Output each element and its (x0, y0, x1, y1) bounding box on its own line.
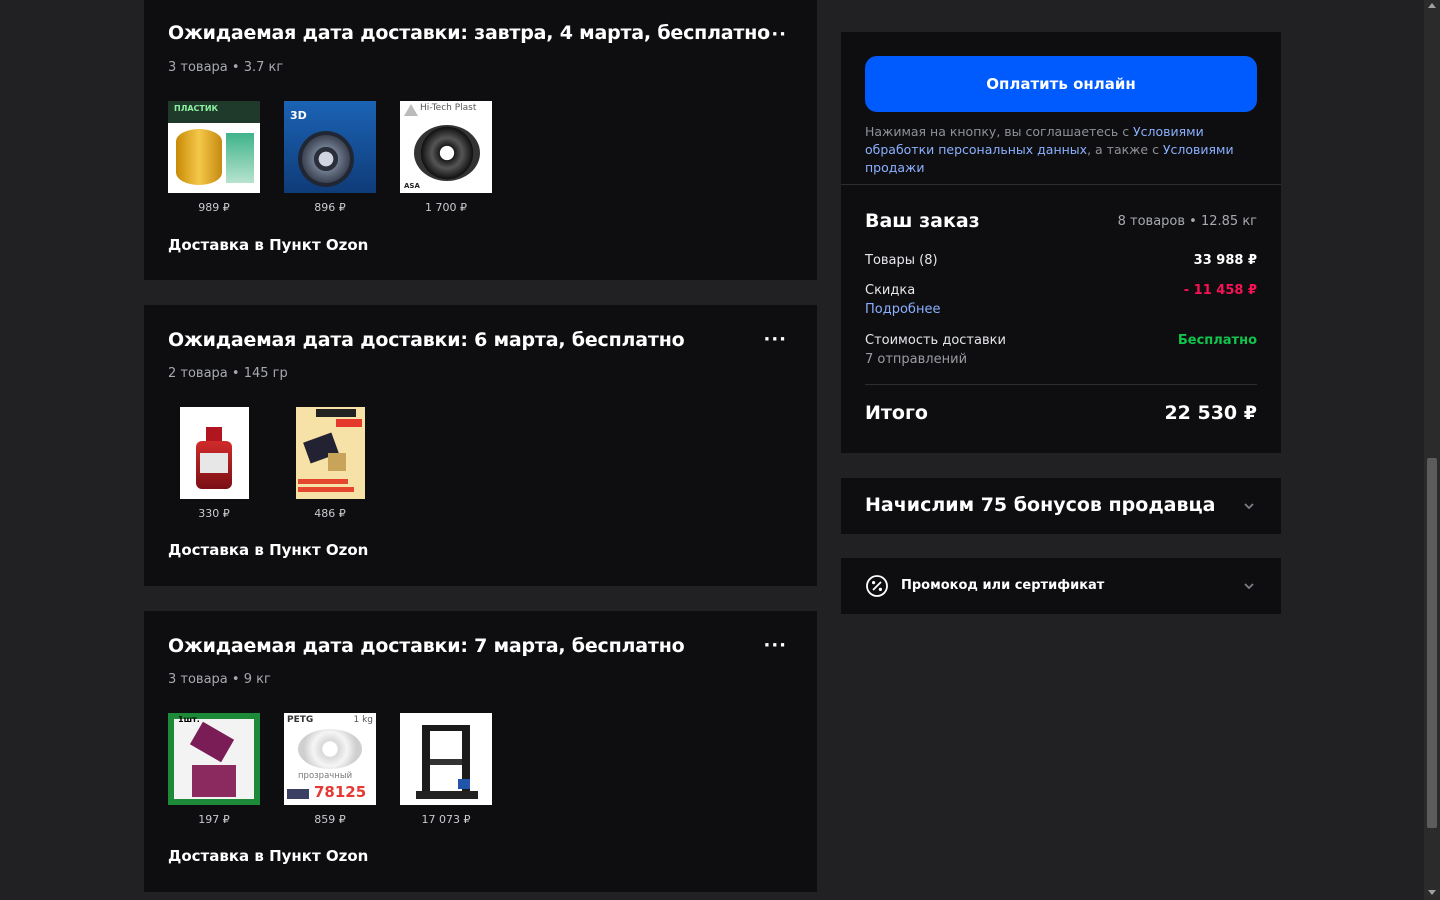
agreement-middle: , а также с (1087, 142, 1163, 157)
product-image-label: ASA (404, 182, 420, 190)
product-image-label: 3D (290, 109, 307, 122)
divider (841, 184, 1281, 185)
product-price: 859 ₽ (314, 813, 346, 826)
discount-value: - 11 458 ₽ (1183, 283, 1257, 298)
product-image-red-bottle[interactable] (168, 407, 260, 499)
product-price: 486 ₽ (314, 507, 346, 520)
more-options-icon[interactable]: ··· (763, 637, 787, 655)
product-image-yellow-filament[interactable]: ПЛАСТИК (168, 101, 260, 193)
total-label: Итого (865, 402, 928, 424)
scroll-down-arrow-icon[interactable] (1428, 890, 1436, 895)
delivery-method: Доставка в Пункт Ozon (168, 847, 369, 865)
more-options-icon[interactable]: ··· (763, 331, 787, 349)
shipments-count: 7 отправлений (865, 352, 968, 367)
shipment-meta: 3 товара • 9 кг (168, 672, 271, 687)
discount-details-link[interactable]: Подробнее (865, 302, 940, 317)
product-image-label: 78125 (314, 783, 367, 801)
delivery-cost-label: Стоимость доставки (865, 333, 1006, 348)
product-price: 17 073 ₽ (421, 813, 471, 826)
shipment-card: Ожидаемая дата доставки: 7 марта, беспла… (144, 611, 817, 892)
scrollbar-thumb[interactable] (1427, 458, 1437, 828)
product-item[interactable]: Hi-Tech Plast ASA 1 700 ₽ (400, 101, 492, 214)
chevron-down-icon[interactable] (1243, 580, 1255, 592)
scroll-up-arrow-icon[interactable] (1428, 3, 1436, 8)
product-image-blue-filament[interactable]: 3D (284, 101, 376, 193)
agreement-text: Нажимая на кнопку, вы соглашаетесь с Усл… (865, 123, 1261, 177)
seller-bonus-card[interactable]: Начислим 75 бонусов продавца (841, 478, 1281, 534)
delivery-method: Доставка в Пункт Ozon (168, 236, 369, 254)
product-image-label: PETG (287, 715, 314, 725)
total-value: 22 530 ₽ (1164, 402, 1257, 424)
shipment-meta: 2 товара • 145 гр (168, 366, 288, 381)
pay-online-button[interactable]: Оплатить онлайн (865, 56, 1257, 112)
product-image-label: Hi-Tech Plast (420, 103, 477, 113)
shipment-card: Ожидаемая дата доставки: завтра, 4 марта… (144, 0, 817, 280)
product-image-petg-filament[interactable]: PETG 1 kg прозрачный 78125 (284, 713, 376, 805)
promo-label: Промокод или сертификат (901, 578, 1105, 593)
order-summary-card: Оплатить онлайн Нажимая на кнопку, вы со… (841, 32, 1281, 453)
shipment-title: Ожидаемая дата доставки: 6 марта, беспла… (168, 329, 685, 351)
product-image-label: ПЛАСТИК (174, 104, 219, 113)
product-price: 197 ₽ (198, 813, 230, 826)
order-meta: 8 товаров • 12.85 кг (1117, 214, 1257, 229)
seller-bonus-title: Начислим 75 бонусов продавца (865, 494, 1216, 516)
discount-label: Скидка (865, 283, 916, 298)
delivery-method: Доставка в Пункт Ozon (168, 541, 369, 559)
product-price: 1 700 ₽ (425, 201, 467, 214)
promo-card[interactable]: Промокод или сертификат (841, 558, 1281, 614)
more-options-icon[interactable]: ··· (763, 26, 787, 44)
product-price: 896 ₽ (314, 201, 346, 214)
goods-value: 33 988 ₽ (1193, 253, 1257, 268)
shipment-title: Ожидаемая дата доставки: 7 марта, беспла… (168, 635, 685, 657)
shipment-meta: 3 товара • 3.7 кг (168, 60, 284, 75)
product-item[interactable]: 330 ₽ (168, 407, 260, 520)
product-item[interactable]: PETG 1 kg прозрачный 78125 859 ₽ (284, 713, 376, 826)
product-price: 989 ₽ (198, 201, 230, 214)
percent-badge-icon (866, 575, 888, 597)
delivery-cost-value: Бесплатно (1177, 333, 1257, 348)
product-image-3d-printer[interactable] (400, 713, 492, 805)
product-image-sensor-board[interactable]: 1шт. (168, 713, 260, 805)
product-image-label: прозрачный (298, 771, 353, 781)
product-item[interactable]: 3D 896 ₽ (284, 101, 376, 214)
agreement-prefix: Нажимая на кнопку, вы соглашаетесь с (865, 124, 1134, 139)
divider (865, 384, 1257, 385)
product-image-gps-module[interactable] (284, 407, 376, 499)
product-item[interactable]: 17 073 ₽ (400, 713, 492, 826)
product-item[interactable]: 1шт. 197 ₽ (168, 713, 260, 826)
product-image-label: 1 kg (353, 715, 373, 725)
product-item[interactable]: ПЛАСТИК 989 ₽ (168, 101, 260, 214)
product-price: 330 ₽ (198, 507, 230, 520)
product-item[interactable]: 486 ₽ (284, 407, 376, 520)
shipment-title: Ожидаемая дата доставки: завтра, 4 марта… (168, 22, 771, 44)
shipment-card: Ожидаемая дата доставки: 6 марта, беспла… (144, 305, 817, 586)
chevron-down-icon[interactable] (1243, 500, 1255, 512)
product-image-label: 1шт. (178, 715, 200, 724)
product-image-black-filament[interactable]: Hi-Tech Plast ASA (400, 101, 492, 193)
goods-label: Товары (8) (865, 253, 938, 268)
order-title: Ваш заказ (865, 210, 980, 232)
